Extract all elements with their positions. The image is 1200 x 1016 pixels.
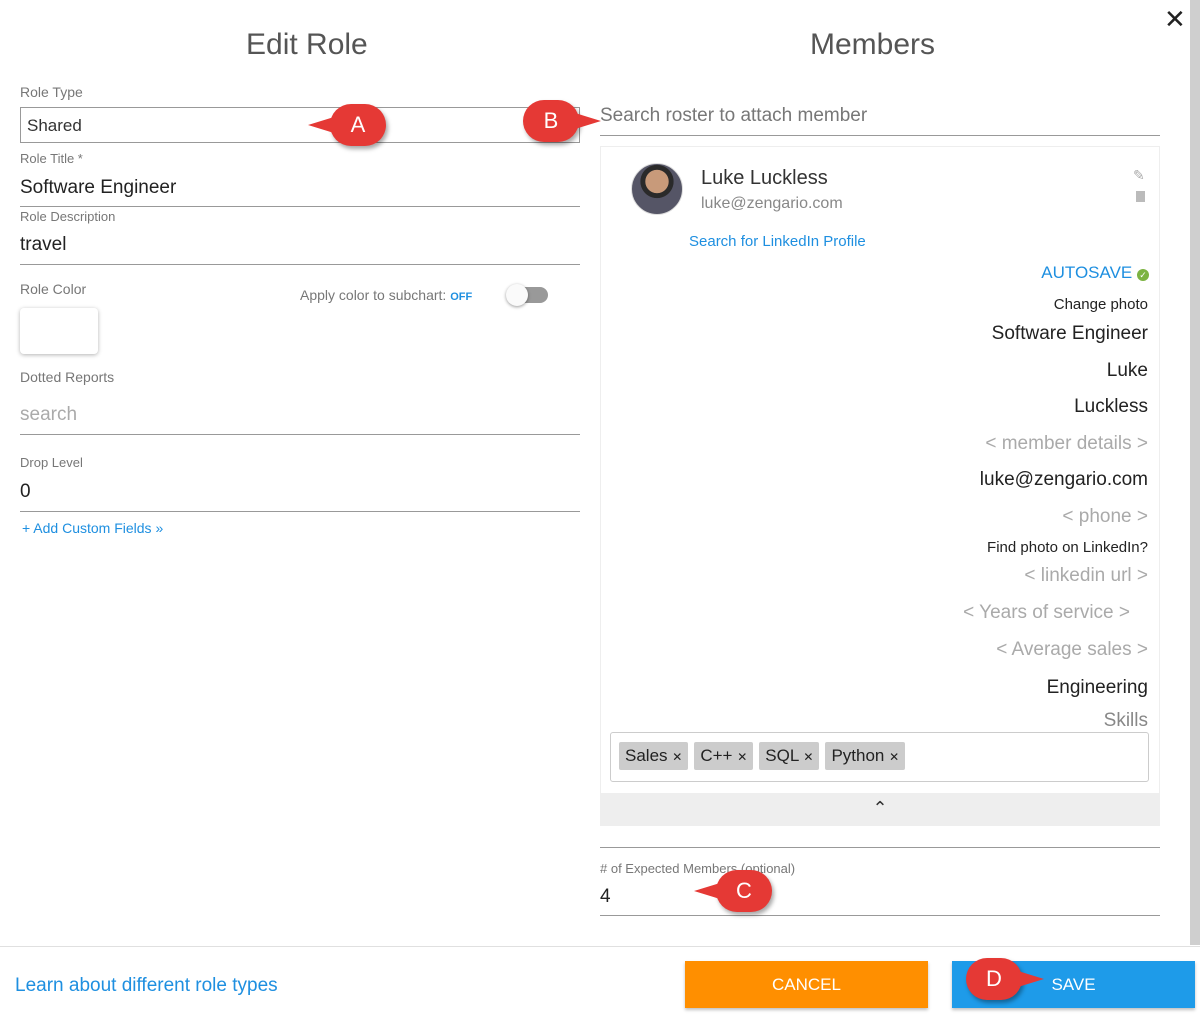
toggle-knob (506, 284, 528, 306)
member-email: luke@zengario.com (701, 195, 843, 212)
apply-color-state: OFF (450, 291, 473, 303)
role-desc-input[interactable]: travel (20, 234, 580, 265)
find-photo-link[interactable]: Find photo on LinkedIn? (987, 539, 1148, 556)
callout-d: D (966, 958, 1044, 1000)
member-last-name[interactable]: Luckless (1074, 396, 1148, 418)
autosave-label: AUTOSAVE (1041, 263, 1133, 282)
linkedin-search-link[interactable]: Search for LinkedIn Profile (689, 233, 866, 250)
apply-color-label: Apply color to subchart: (300, 287, 447, 303)
dotted-label: Dotted Reports (20, 369, 115, 385)
cancel-button[interactable]: CANCEL (685, 961, 928, 1008)
divider (600, 847, 1160, 848)
average-sales-field[interactable]: < Average sales > (996, 639, 1148, 661)
member-first-name[interactable]: Luke (1107, 360, 1148, 382)
linkedin-url-field[interactable]: < linkedin url > (1024, 565, 1148, 587)
cancel-label: CANCEL (772, 974, 841, 994)
remove-icon[interactable]: ✕ (672, 750, 682, 764)
skill-chip[interactable]: SQL ✕ (759, 742, 820, 770)
skills-input[interactable]: Sales ✕ C++ ✕ SQL ✕ Python ✕ (610, 732, 1149, 782)
autosave-status: AUTOSAVE ✓ (1041, 263, 1149, 283)
roster-search-input[interactable]: Search roster to attach member (600, 105, 1160, 136)
skill-label: Python (831, 746, 885, 765)
skill-chip[interactable]: Sales ✕ (619, 742, 689, 770)
callout-a: A (308, 104, 386, 146)
skills-label: Skills (1103, 710, 1148, 731)
collapse-button[interactable]: ⌃ (600, 793, 1160, 826)
delete-icon[interactable] (1136, 191, 1145, 202)
scrollbar[interactable] (1190, 0, 1200, 945)
apply-color-toggle[interactable] (506, 284, 548, 306)
expected-members-input[interactable]: 4 (600, 886, 1160, 916)
role-color-swatch[interactable] (20, 308, 98, 354)
avatar[interactable] (631, 163, 683, 215)
chevron-up-icon: ⌃ (872, 798, 888, 818)
edit-icon[interactable]: ✎ (1133, 167, 1145, 184)
member-details-field[interactable]: < member details > (985, 433, 1148, 455)
phone-field[interactable]: < phone > (1062, 506, 1148, 528)
role-type-select[interactable]: Shared (20, 107, 580, 143)
dotted-search-input[interactable]: search (20, 404, 580, 435)
add-custom-fields-link[interactable]: + Add Custom Fields » (22, 520, 163, 536)
member-role[interactable]: Software Engineer (992, 323, 1148, 345)
member-email-field[interactable]: luke@zengario.com (980, 469, 1148, 491)
department-field[interactable]: Engineering (1047, 677, 1148, 699)
member-name: Luke Luckless (701, 167, 828, 189)
edit-role-title: Edit Role (246, 28, 368, 61)
role-type-label: Role Type (20, 84, 83, 100)
remove-icon[interactable]: ✕ (889, 750, 899, 764)
years-of-service-field[interactable]: < Years of service > (963, 602, 1130, 624)
remove-icon[interactable]: ✕ (803, 750, 813, 764)
check-circle-icon: ✓ (1137, 269, 1149, 281)
change-photo-link[interactable]: Change photo (1054, 296, 1148, 313)
apply-color-row: Apply color to subchart: OFF (300, 287, 472, 303)
footer-divider (0, 946, 1200, 947)
learn-role-types-link[interactable]: Learn about different role types (15, 975, 278, 997)
skill-label: Sales (625, 746, 668, 765)
skill-label: C++ (700, 746, 733, 765)
callout-b: B (523, 100, 601, 142)
expected-members-label: # of Expected Members (optional) (600, 861, 796, 876)
remove-icon[interactable]: ✕ (737, 750, 747, 764)
drop-level-label: Drop Level (20, 455, 83, 470)
role-desc-label: Role Description (20, 209, 116, 224)
callout-c: C (694, 870, 772, 912)
skill-chip[interactable]: C++ ✕ (694, 742, 754, 770)
close-icon[interactable]: ✕ (1164, 4, 1186, 35)
role-title-input[interactable]: Software Engineer (20, 177, 580, 207)
role-color-label: Role Color (20, 281, 87, 297)
role-title-label: Role Title * (20, 151, 83, 166)
skill-label: SQL (765, 746, 799, 765)
skill-chip[interactable]: Python ✕ (825, 742, 906, 770)
drop-level-input[interactable]: 0 (20, 481, 580, 512)
members-title: Members (810, 28, 936, 61)
role-type-value: Shared (27, 116, 82, 135)
save-label: SAVE (1051, 974, 1096, 994)
